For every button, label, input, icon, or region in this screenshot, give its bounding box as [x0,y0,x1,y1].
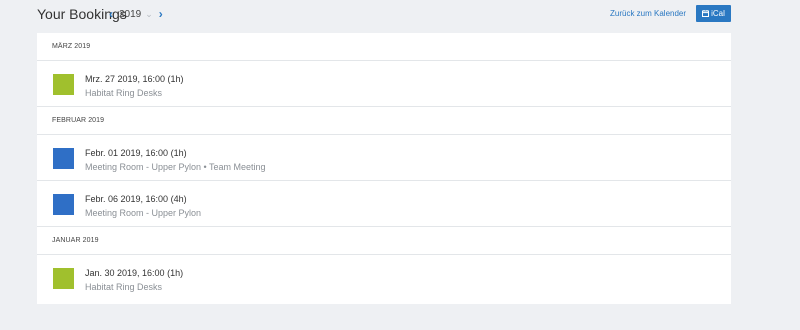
booking-time: Mrz. 27 2019, 16:00 (1h) [85,74,184,84]
bookings-list: MÄRZ 2019 Mrz. 27 2019, 16:00 (1h) Habit… [37,33,731,304]
year-selector: ‹ 2019 ⌄ › [109,8,163,20]
booking-time: Febr. 01 2019, 16:00 (1h) [85,148,187,158]
ical-label: iCal [711,9,725,18]
booking-item[interactable]: Jan. 30 2019, 16:00 (1h) Habitat Ring De… [37,255,731,301]
next-year-chevron-icon[interactable]: › [159,8,163,20]
resource-color-swatch [53,268,74,289]
chevron-down-icon[interactable]: ⌄ [145,9,153,19]
booking-item[interactable]: Febr. 06 2019, 16:00 (4h) Meeting Room -… [37,181,731,227]
booking-room: Meeting Room - Upper Pylon [85,208,202,218]
calendar-icon [702,10,710,17]
booking-room: Habitat Ring Desks [85,88,163,98]
booking-time: Jan. 30 2019, 16:00 (1h) [85,268,184,278]
booking-item[interactable]: Febr. 01 2019, 16:00 (1h) Meeting Room -… [37,135,731,181]
booking-room: Habitat Ring Desks [85,282,163,292]
previous-year-chevron-icon[interactable]: ‹ [109,8,113,20]
year-dropdown[interactable]: 2019 [119,9,141,20]
resource-color-swatch [53,148,74,169]
resource-color-swatch [53,74,74,95]
month-header-februar: FEBRUAR 2019 [37,107,731,135]
month-header-maerz: MÄRZ 2019 [37,33,731,61]
booking-time: Febr. 06 2019, 16:00 (4h) [85,194,187,204]
booking-room: Meeting Room - Upper Pylon • Team Meetin… [85,162,266,172]
month-header-januar: JANUAR 2019 [37,227,731,255]
booking-item[interactable]: Mrz. 27 2019, 16:00 (1h) Habitat Ring De… [37,61,731,107]
resource-color-swatch [53,194,74,215]
page-header: Your Bookings ‹ 2019 ⌄ › Zurück zum Kale… [37,0,731,30]
back-to-calendar-link[interactable]: Zurück zum Kalender [610,9,686,18]
ical-button[interactable]: iCal [696,5,731,22]
